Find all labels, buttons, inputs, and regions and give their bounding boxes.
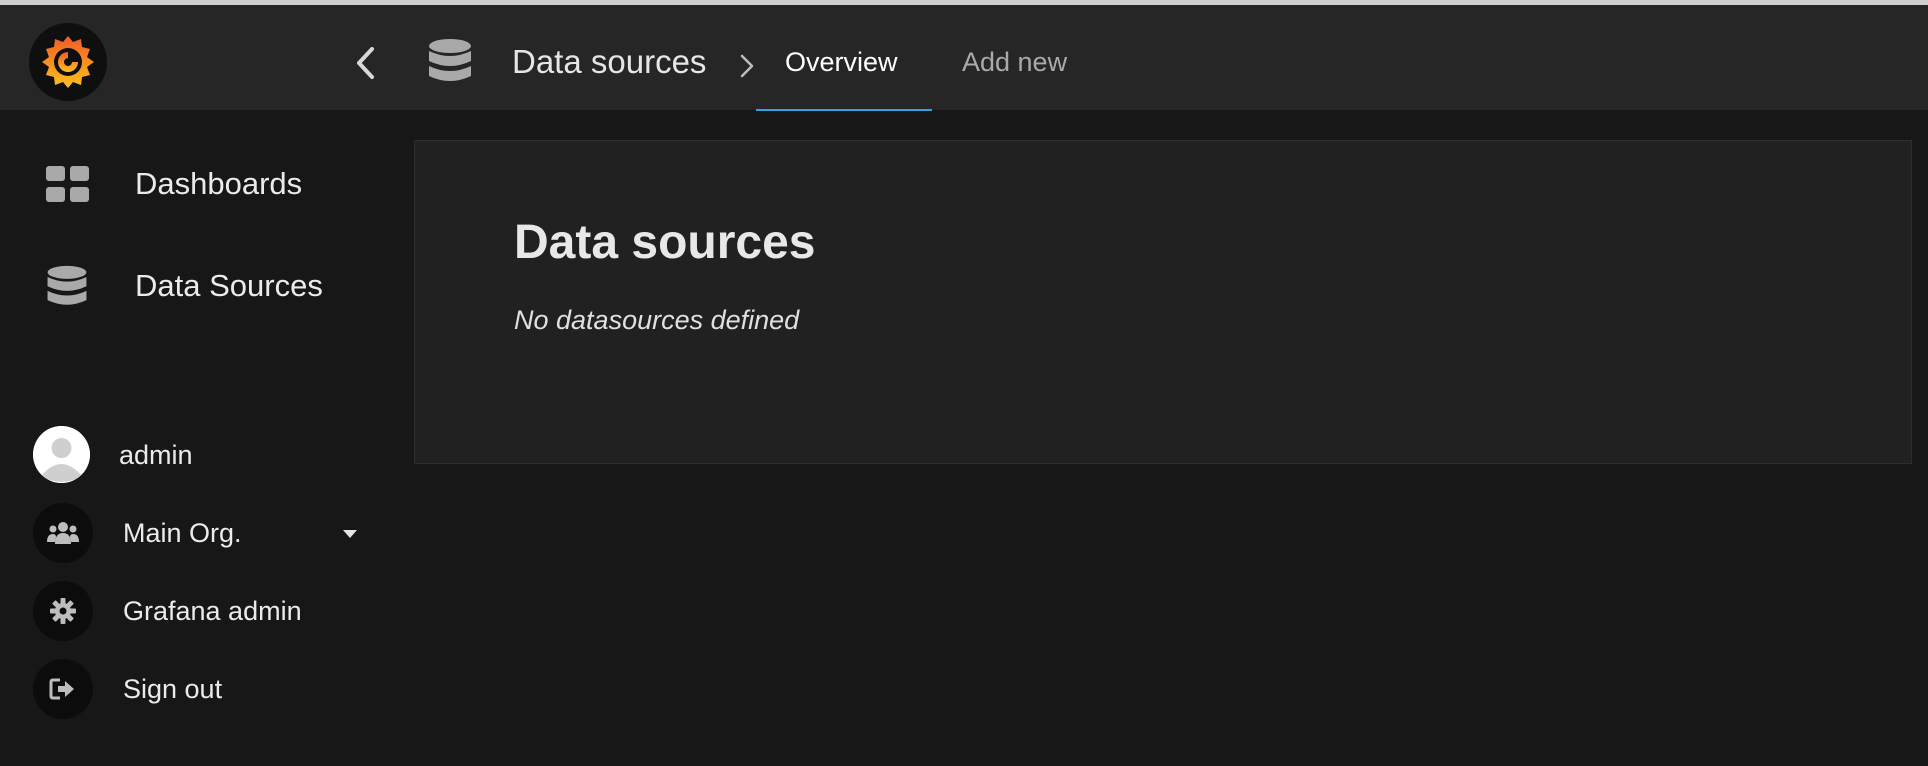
grafana-logo-icon [42,36,94,88]
tab-overview[interactable]: Overview [785,47,898,78]
chevron-left-icon [357,47,374,79]
active-tab-indicator [756,109,932,111]
breadcrumb-title: Data sources [512,43,707,80]
user-avatar-icon [33,426,90,483]
database-icon [429,39,471,81]
sidebar-item-data-sources[interactable]: Data Sources [0,246,400,328]
users-icon [47,522,79,544]
data-sources-panel: Data sources No datasources defined [414,140,1912,464]
page-title: Data sources [514,216,816,269]
gear-icon [50,598,76,624]
org-switcher[interactable]: Main Org. [0,503,400,565]
back-button[interactable] [348,41,382,85]
sidebar-item-label: Dashboards [135,166,303,201]
grafana-admin-label: Grafana admin [123,596,302,626]
user-profile-link[interactable]: admin [0,426,400,488]
chevron-right-icon [740,54,754,78]
avatar [33,426,90,483]
database-icon [47,265,87,305]
gear-icon-circle [33,581,93,641]
empty-state-message: No datasources defined [514,305,800,335]
sign-out-link[interactable]: Sign out [0,659,400,721]
grafana-admin-link[interactable]: Grafana admin [0,581,400,643]
sign-out-label: Sign out [123,674,223,704]
sign-out-icon-circle [33,659,93,719]
sidebar-item-dashboards[interactable]: Dashboards [0,144,400,226]
caret-down-icon[interactable] [342,529,358,539]
sidebar-item-label: Data Sources [135,268,323,303]
dashboards-grid-icon [46,166,89,202]
top-navbar: Data sources Overview Add new [0,5,1928,111]
grafana-logo[interactable] [29,23,107,101]
org-icon-circle [33,503,93,563]
org-name-label: Main Org. [123,518,242,548]
username-label: admin [119,440,193,470]
tab-add-new[interactable]: Add new [962,47,1067,78]
sign-out-icon [49,678,74,700]
